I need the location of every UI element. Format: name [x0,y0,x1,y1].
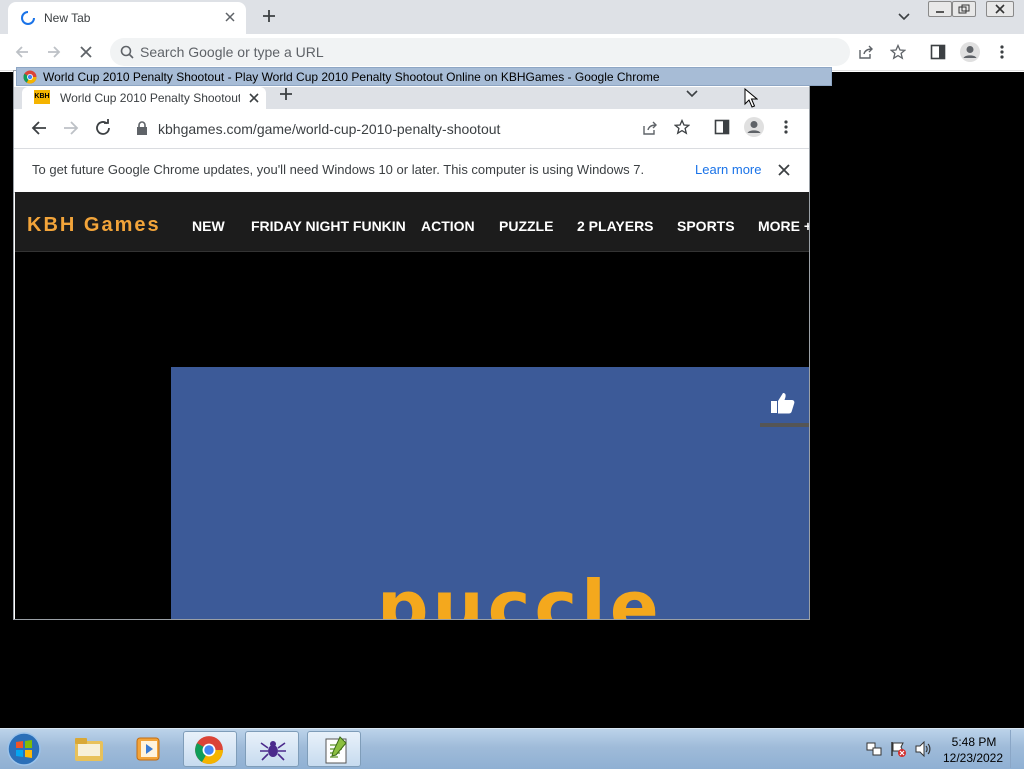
stop-loading-icon[interactable] [78,44,94,60]
popup-url-text[interactable]: kbhgames.com/game/world-cup-2010-penalty… [158,121,500,137]
action-center-flag-icon[interactable] [890,741,906,757]
spider-icon [258,735,288,765]
back-browser-window: New Tab [0,0,1024,72]
learn-more-link[interactable]: Learn more [695,162,761,177]
omnibox-input[interactable] [140,43,820,61]
tab-search-chevron-icon[interactable] [896,8,912,24]
tab-search-chevron-icon[interactable] [684,87,700,101]
restore-button[interactable] [952,1,976,17]
close-infobar-icon[interactable] [778,164,790,176]
share-icon[interactable] [858,44,874,60]
taskbar-explorer[interactable] [62,731,116,767]
network-icon[interactable] [866,741,882,757]
window-title-text: World Cup 2010 Penalty Shootout - Play W… [43,70,660,84]
update-message: To get future Google Chrome updates, you… [32,162,645,177]
nav-2-players[interactable]: 2 PLAYERS [577,218,654,234]
back-arrow-icon[interactable] [30,119,48,137]
windows-taskbar: 5:48 PM 12/23/2022 [0,728,1024,769]
media-player-icon [135,736,163,762]
new-tab-button[interactable] [278,86,294,102]
kbh-favicon-icon: KBH [34,90,50,104]
folder-icon [73,735,105,763]
show-desktop-button[interactable] [1010,730,1024,768]
popup-tab-title: World Cup 2010 Penalty Shootout [60,91,240,105]
side-panel-icon[interactable] [930,44,946,60]
game-logo-text: puccle [377,565,663,620]
close-tab-icon[interactable] [224,11,236,23]
clock-time[interactable]: 5:48 PM [946,735,1002,749]
profile-avatar-icon[interactable] [743,116,765,138]
back-tab-new-tab[interactable]: New Tab [8,2,246,34]
popup-tab[interactable]: KBH World Cup 2010 Penalty Shootout [22,87,266,109]
start-button[interactable] [4,731,44,767]
taskbar-spider-app[interactable] [245,731,299,767]
window-title-tooltip: World Cup 2010 Penalty Shootout - Play W… [16,67,832,86]
chrome-logo-icon [194,735,224,765]
taskbar-media-player[interactable] [122,731,176,767]
clock-date[interactable]: 12/23/2022 [940,751,1006,765]
share-icon[interactable] [642,120,658,136]
popup-browser-window: KBH World Cup 2010 Penalty Shootout kbhg… [13,70,810,620]
site-navbar: KBH Games NEW FRIDAY NIGHT FUNKIN ACTION… [15,192,809,252]
back-arrow-icon[interactable] [14,44,30,60]
nav-friday-night-funkin[interactable]: FRIDAY NIGHT FUNKIN [251,218,406,234]
volume-icon[interactable] [914,741,932,757]
game-frame[interactable]: puccle [171,367,809,620]
taskbar-chrome[interactable] [183,731,237,767]
side-panel-icon[interactable] [714,119,730,135]
nav-new[interactable]: NEW [192,218,225,234]
notepad-icon [322,735,350,765]
chrome-update-infobar: To get future Google Chrome updates, you… [14,148,809,193]
reload-icon[interactable] [94,119,112,137]
new-tab-button[interactable] [260,7,278,25]
nav-puzzle[interactable]: PUZZLE [499,218,553,234]
close-tab-icon[interactable] [248,92,260,104]
like-progress-bar [760,423,809,427]
taskbar-notepad-plus[interactable] [307,731,361,767]
site-logo[interactable]: KBH Games [27,214,161,237]
bookmark-star-icon[interactable] [890,44,906,60]
forward-arrow-icon[interactable] [62,119,80,137]
lock-icon[interactable] [136,121,148,135]
mouse-cursor-icon [744,88,758,108]
back-omnibox[interactable] [110,38,850,66]
nav-sports[interactable]: SPORTS [677,218,735,234]
forward-arrow-icon[interactable] [46,44,62,60]
search-icon [120,45,134,59]
loading-spinner-icon [20,10,36,26]
profile-avatar-icon[interactable] [959,41,981,63]
bookmark-star-icon[interactable] [674,119,690,135]
thumbs-up-icon[interactable] [770,391,796,415]
close-window-button[interactable] [986,1,1014,17]
minimize-button[interactable] [928,1,952,17]
menu-kebab-icon[interactable] [996,44,1008,60]
back-tab-title: New Tab [44,11,91,25]
menu-kebab-icon[interactable] [780,119,792,135]
chrome-logo-icon [23,70,37,84]
nav-more[interactable]: MORE + [758,218,809,234]
nav-action[interactable]: ACTION [421,218,475,234]
